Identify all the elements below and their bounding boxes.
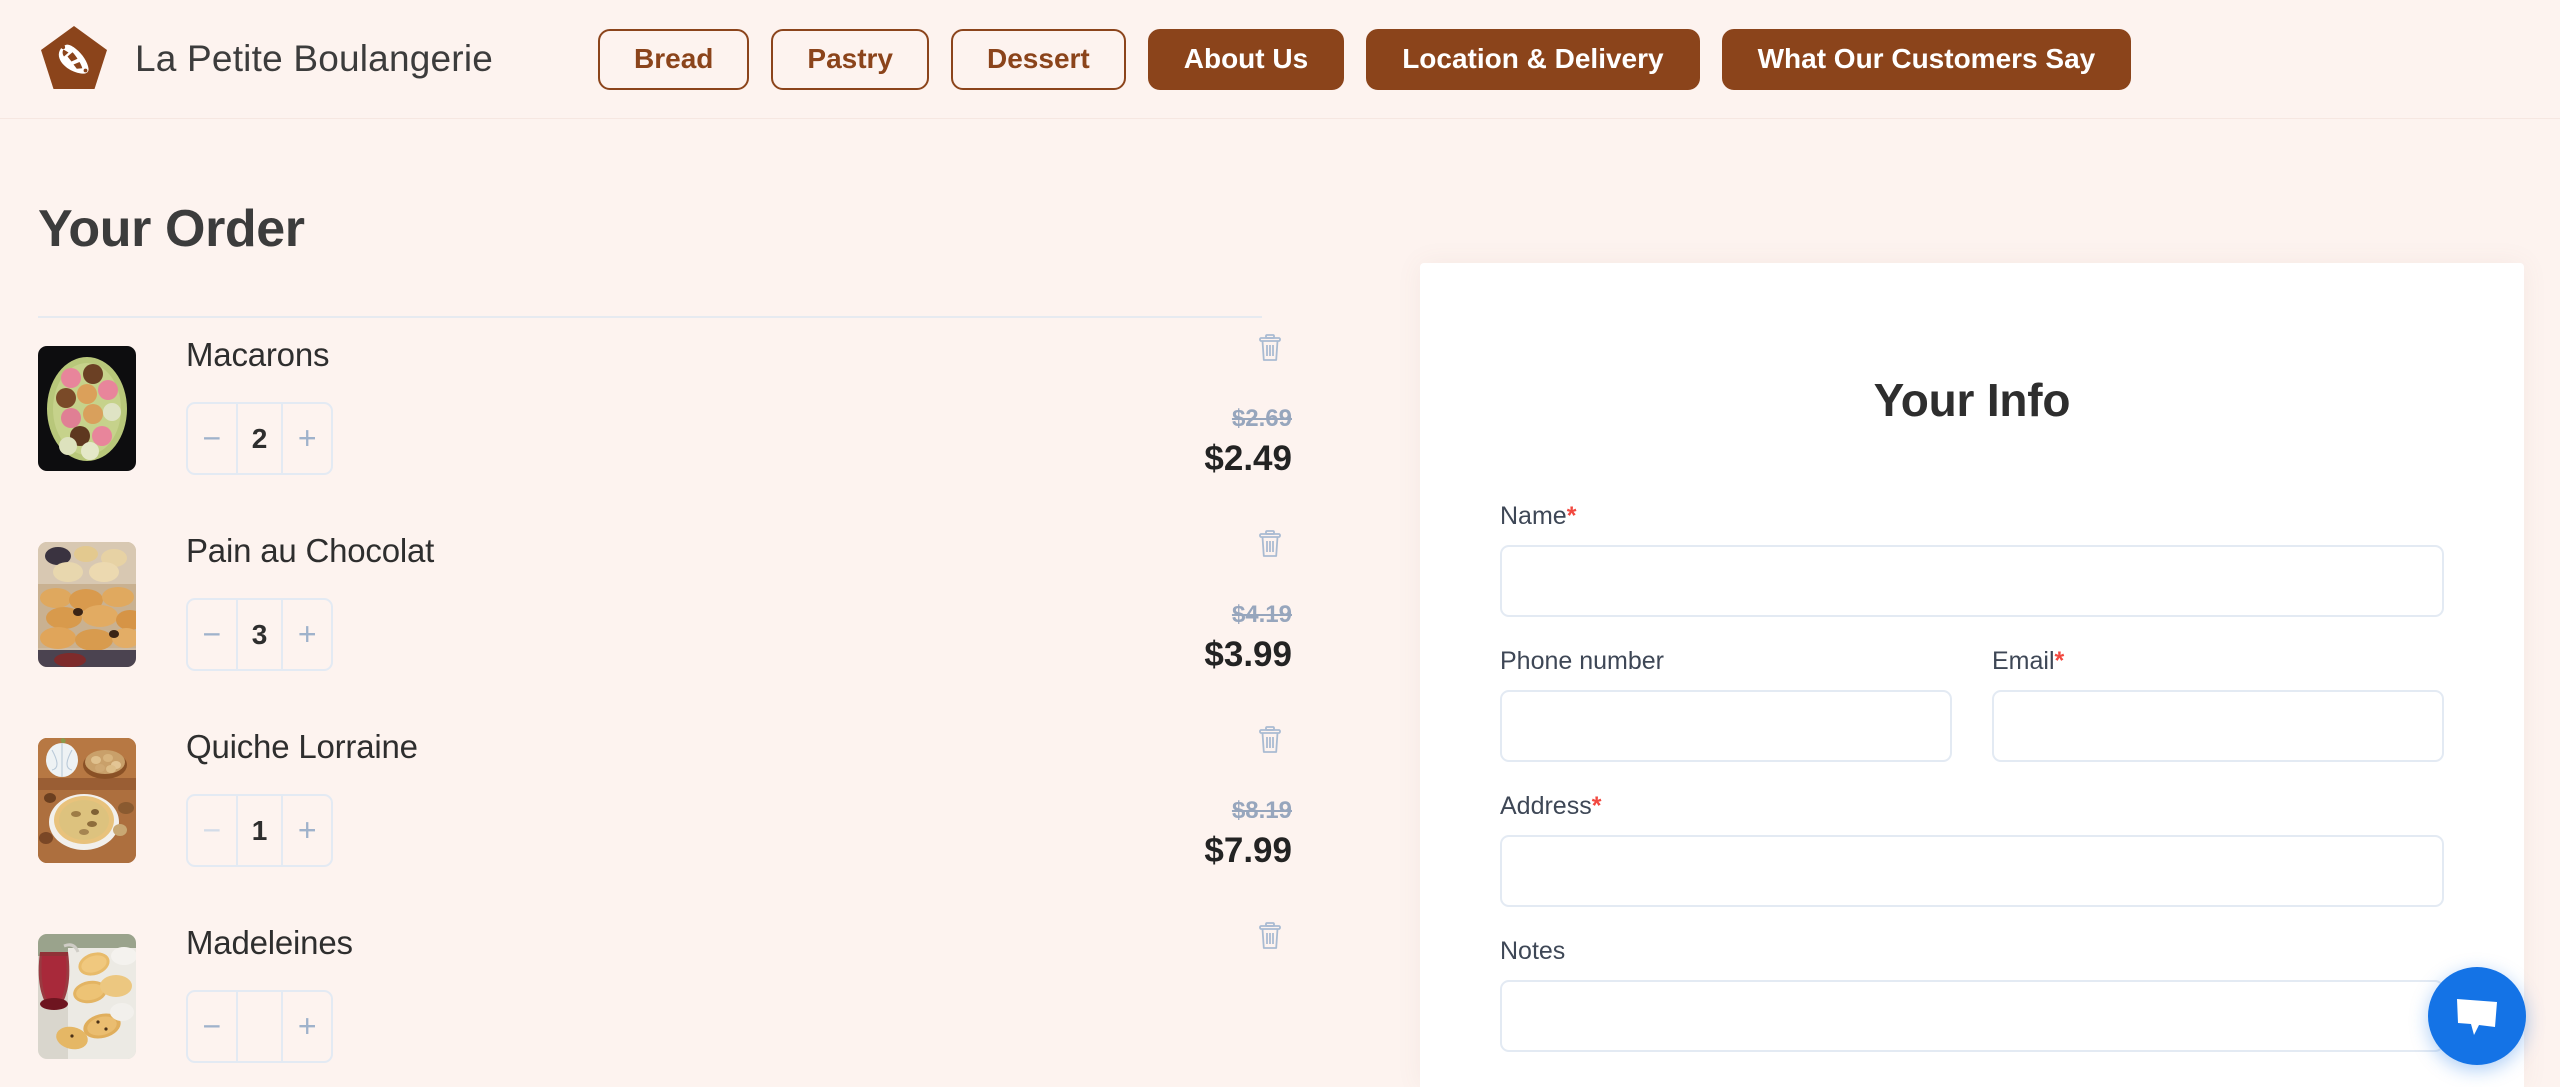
item-thumbnail-macarons	[38, 346, 136, 471]
page-title: Your Order	[38, 200, 305, 258]
item-original-price: $2.69	[1231, 405, 1292, 432]
info-card-title: Your Info	[1873, 374, 2071, 426]
decrease-quantity-button[interactable]: −	[188, 796, 236, 865]
quantity-value: 1	[235, 796, 284, 865]
order-items-list: Macarons − 2 + $2.69 $2.49 Pain au Choco…	[38, 318, 1292, 1087]
quantity-value: 3	[235, 600, 284, 669]
name-label-text: Name	[1500, 502, 1567, 530]
phone-input[interactable]	[1500, 690, 1952, 762]
email-label: Email*	[1992, 647, 2444, 676]
main-nav: Bread Pastry Dessert About Us Location &…	[598, 28, 2132, 90]
item-original-price: $8.19	[1231, 797, 1292, 824]
order-item-row: Quiche Lorraine − 1 + $8.19 $7.99	[38, 710, 1292, 906]
item-price-block: $2.69 $2.49	[1082, 318, 1292, 476]
item-current-price: $2.49	[1204, 439, 1292, 478]
name-required-marker: *	[1566, 502, 1577, 530]
croissant-pentagon-logo-icon	[41, 26, 107, 89]
phone-label-text: Phone number	[1500, 647, 1665, 675]
site-header: La Petite Boulangerie Bread Pastry Desse…	[0, 0, 2560, 119]
order-item-row: Madeleines − +	[38, 906, 1292, 1087]
checkout-page: La Petite Boulangerie Bread Pastry Desse…	[0, 0, 2560, 1087]
item-thumbnail-madeleines	[38, 934, 136, 1059]
item-original-price: $4.19	[1231, 601, 1292, 628]
decrease-quantity-button[interactable]: −	[188, 404, 236, 473]
remove-item-button[interactable]	[1248, 326, 1292, 370]
remove-item-button[interactable]	[1248, 522, 1292, 566]
item-thumbnail-quiche-lorraine	[38, 738, 136, 863]
chat-widget-button[interactable]	[2428, 967, 2526, 1065]
increase-quantity-button[interactable]: +	[283, 796, 331, 865]
address-input[interactable]	[1500, 835, 2444, 907]
name-field-group: Name*	[1500, 502, 2444, 617]
quantity-stepper: − +	[186, 990, 333, 1063]
customer-info-card: Your Info Name* Phone number Email* Addr…	[1420, 263, 2524, 1087]
nav-item-pastry[interactable]: Pastry	[771, 28, 930, 90]
address-label-text: Address	[1500, 792, 1592, 820]
chat-bubble-icon	[2457, 999, 2497, 1035]
increase-quantity-button[interactable]: +	[283, 600, 331, 669]
main-content: Your Order Macarons − 2 + $2.69 $2.49 Pa…	[0, 119, 2560, 1087]
trash-icon	[1259, 530, 1281, 557]
address-required-marker: *	[1591, 792, 1602, 820]
order-summary-panel: Your Order Macarons − 2 + $2.69 $2.49 Pa…	[0, 119, 1330, 1087]
item-thumbnail-pain-au-chocolat	[38, 542, 136, 667]
quantity-stepper: − 3 +	[186, 598, 333, 671]
notes-input[interactable]	[1500, 980, 2444, 1052]
quantity-value: 2	[235, 404, 284, 473]
email-field-group: Email*	[1992, 647, 2444, 762]
email-label-text: Email	[1992, 647, 2055, 675]
item-current-price: $3.99	[1204, 635, 1292, 674]
quantity-stepper: − 1 +	[186, 794, 333, 867]
phone-email-row: Phone number Email*	[1500, 647, 2444, 792]
nav-item-bread[interactable]: Bread	[598, 28, 750, 90]
brand-name: La Petite Boulangerie	[135, 38, 494, 79]
trash-icon	[1259, 726, 1281, 753]
increase-quantity-button[interactable]: +	[283, 404, 331, 473]
phone-field-group: Phone number	[1500, 647, 1952, 762]
decrease-quantity-button[interactable]: −	[188, 600, 236, 669]
quantity-stepper: − 2 +	[186, 402, 333, 475]
nav-item-what-our-customers-say[interactable]: What Our Customers Say	[1721, 28, 2132, 90]
item-price-block: $8.19 $7.99	[1082, 710, 1292, 868]
decrease-quantity-button[interactable]: −	[188, 992, 236, 1061]
name-input[interactable]	[1500, 545, 2444, 617]
address-field-group: Address*	[1500, 792, 2444, 907]
order-item-row: Pain au Chocolat − 3 + $4.19 $3.99	[38, 514, 1292, 710]
remove-item-button[interactable]	[1248, 914, 1292, 958]
quantity-value	[235, 992, 284, 1061]
item-current-price: $7.99	[1204, 831, 1292, 870]
address-label: Address*	[1500, 792, 2444, 821]
notes-label: Notes	[1500, 937, 2444, 966]
trash-icon	[1259, 922, 1281, 949]
email-input[interactable]	[1992, 690, 2444, 762]
brand-logo[interactable]: La Petite Boulangerie	[38, 23, 493, 95]
nav-item-dessert[interactable]: Dessert	[951, 28, 1126, 90]
email-required-marker: *	[2054, 647, 2065, 675]
trash-icon	[1259, 334, 1281, 361]
customer-info-form: Name* Phone number Email* Address* Notes	[1500, 502, 2444, 1052]
phone-label: Phone number	[1500, 647, 1952, 676]
notes-field-group: Notes	[1500, 937, 2444, 1052]
item-price-block: $4.19 $3.99	[1082, 514, 1292, 672]
order-item-row: Macarons − 2 + $2.69 $2.49	[38, 318, 1292, 514]
nav-item-about-us[interactable]: About Us	[1147, 28, 1345, 90]
increase-quantity-button[interactable]: +	[283, 992, 331, 1061]
nav-item-location-delivery[interactable]: Location & Delivery	[1366, 28, 1700, 90]
name-label: Name*	[1500, 502, 2444, 531]
remove-item-button[interactable]	[1248, 718, 1292, 762]
item-price-block	[1082, 906, 1292, 995]
notes-label-text: Notes	[1500, 937, 1566, 965]
